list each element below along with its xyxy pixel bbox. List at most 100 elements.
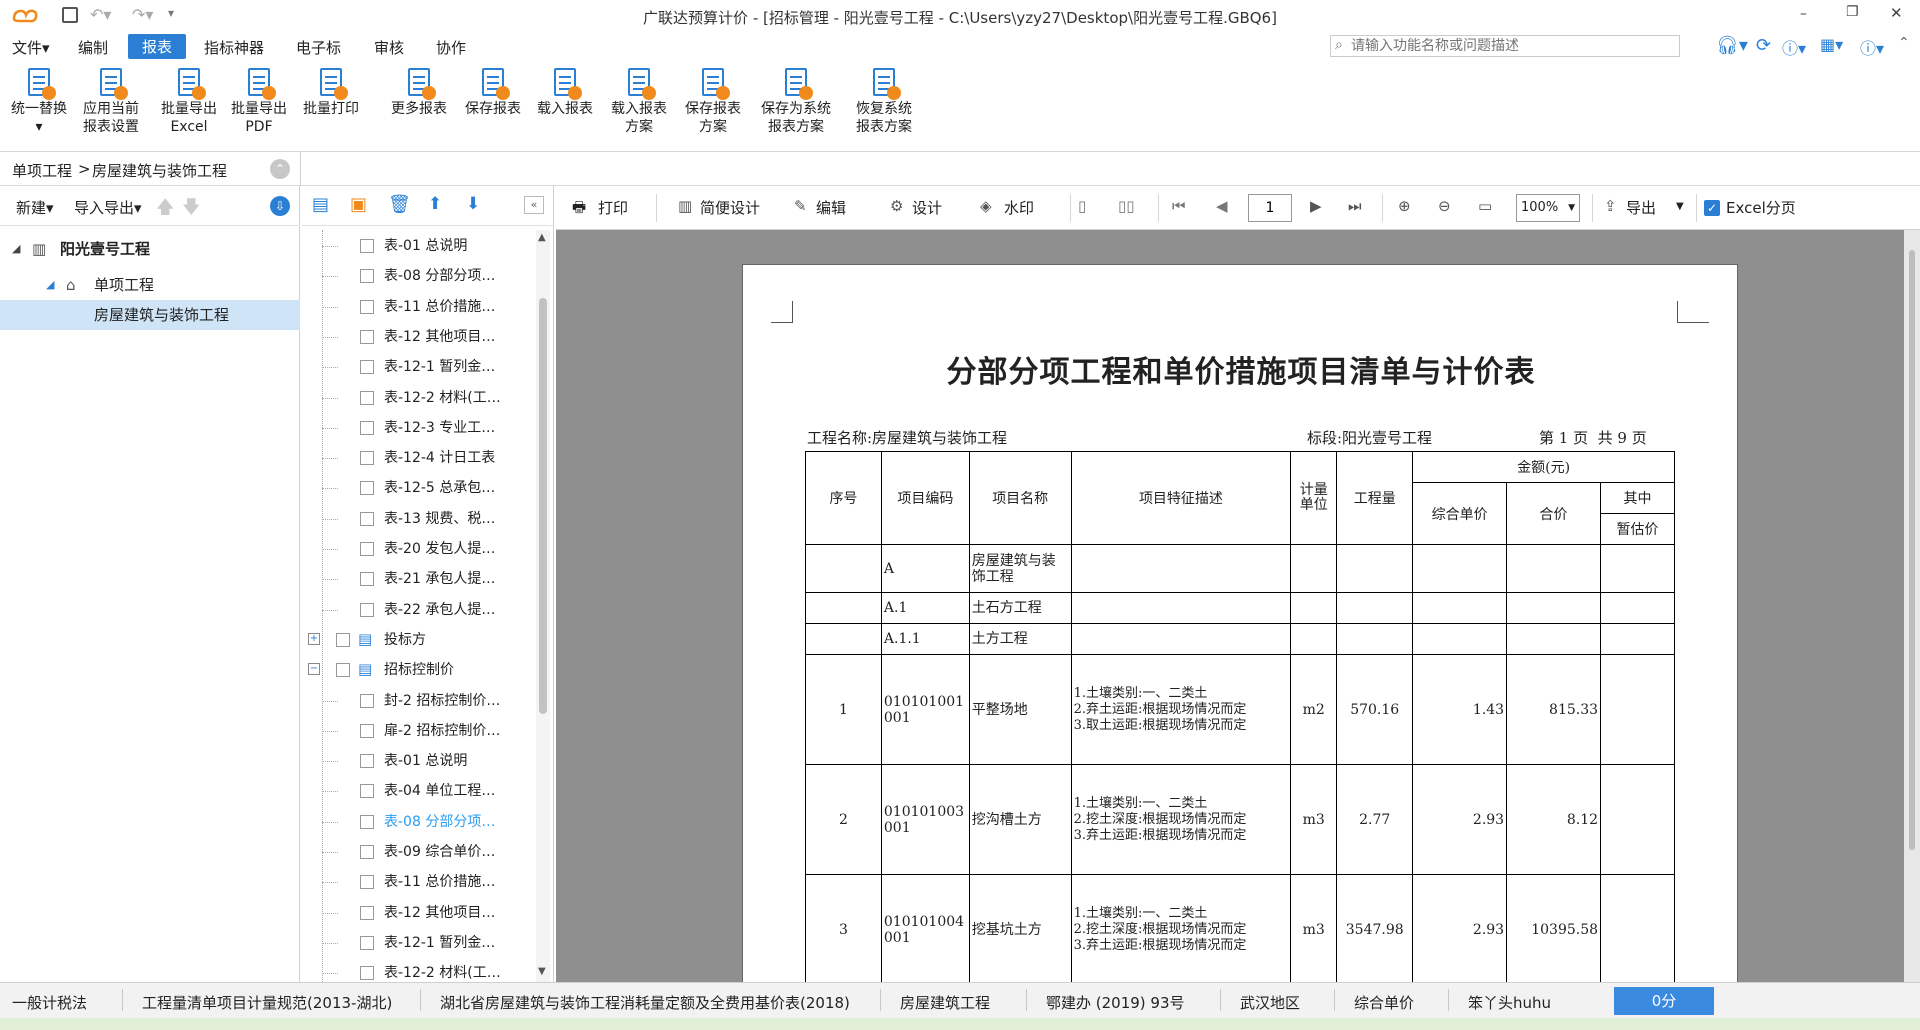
import-export-button[interactable]: 导入导出▾ (74, 197, 142, 218)
checkbox[interactable] (360, 602, 374, 617)
report-item[interactable]: 表-11 总价措施… (302, 293, 534, 321)
checkbox[interactable] (360, 845, 374, 859)
menu-item[interactable]: 编制 (78, 37, 108, 58)
expand-arrow-icon[interactable]: ◢ (12, 234, 20, 264)
report-item[interactable]: 表-12-1 暂列金… (302, 929, 534, 957)
next-page-icon[interactable]: ▶ (1310, 197, 1322, 215)
checkbox[interactable] (360, 693, 374, 708)
delete-icon[interactable]: 🗑︎ (388, 194, 411, 215)
expand-arrow-icon[interactable]: ◢ (46, 270, 54, 300)
scroll-up-arrow-icon[interactable]: ▲ (538, 232, 546, 243)
new-report-icon[interactable]: ▤ (312, 194, 329, 215)
tree-node[interactable]: 房屋建筑与装饰工程 (0, 300, 300, 330)
help-icon[interactable]: ⓘ▾ (1782, 35, 1806, 59)
checkbox[interactable] (360, 299, 374, 314)
report-item[interactable]: 表-12-1 暂列金… (302, 353, 534, 381)
checkbox[interactable] (360, 572, 374, 587)
move-down-icon[interactable]: 🡇 (182, 195, 201, 225)
search-box[interactable]: ⌕ (1330, 35, 1680, 57)
first-page-icon[interactable]: ⏮︎ (1172, 197, 1186, 215)
watermark-icon[interactable]: ◈ (980, 197, 992, 215)
scroll-down-arrow-icon[interactable]: ▼ (538, 966, 546, 977)
apps-grid-icon[interactable]: ▦▾ (1820, 35, 1843, 54)
ribbon-button[interactable]: 统一替换 ▾ (4, 66, 74, 136)
report-item[interactable]: 表-22 承包人提… (302, 596, 534, 624)
design-icon[interactable]: ⚙︎ (890, 197, 903, 215)
minimize-button[interactable]: – (1800, 6, 1807, 22)
scroll-thumb[interactable] (539, 298, 547, 714)
refresh-icon[interactable]: ⟳ (1756, 35, 1771, 56)
report-item[interactable]: 表-13 规费、税… (302, 505, 534, 533)
report-item[interactable]: 表-12 其他项目… (302, 899, 534, 927)
new-button[interactable]: 新建▾ (16, 197, 54, 218)
viewer-scroll-thumb[interactable] (1909, 250, 1915, 850)
double-page-icon[interactable]: ▯▯ (1118, 197, 1135, 215)
checkbox[interactable] (360, 511, 374, 526)
ribbon-button[interactable]: 应用当前 报表设置 (76, 66, 146, 136)
menu-item[interactable]: 审核 (374, 37, 404, 58)
new-folder-icon[interactable]: ▣ (350, 194, 367, 215)
ribbon-button[interactable]: 保存报表 (458, 66, 528, 118)
zoom-in-icon[interactable]: ⊕ (1398, 197, 1411, 215)
search-input[interactable] (1351, 37, 1671, 55)
export-icon[interactable]: ⇪ (1604, 197, 1617, 215)
headset-icon[interactable]: 🎧︎▾ (1716, 35, 1748, 56)
menu-item[interactable]: 文件▾ (12, 37, 50, 58)
close-button[interactable]: ✕ (1890, 4, 1903, 22)
breadcrumb-part2[interactable]: 房屋建筑与装饰工程 (92, 160, 227, 181)
fit-width-icon[interactable]: ▭ (1478, 197, 1492, 215)
checkbox[interactable] (360, 935, 374, 950)
edit-button[interactable]: 编辑 (816, 197, 846, 218)
menu-item[interactable]: 指标神器 (204, 37, 264, 58)
ribbon-button[interactable]: 保存为系统 报表方案 (756, 66, 836, 136)
breadcrumb-part1[interactable]: 单项工程 (12, 160, 72, 181)
checkbox[interactable] (360, 814, 374, 829)
tree-node[interactable]: ◢ ▥ 阳光壹号工程 (0, 234, 300, 264)
last-page-icon[interactable]: ⏭︎ (1348, 197, 1362, 215)
checkbox[interactable] (360, 542, 374, 556)
expand-toggle-icon[interactable]: + (308, 632, 320, 645)
menu-item[interactable]: 电子标 (296, 37, 341, 58)
edit-icon[interactable]: ✎ (794, 197, 807, 215)
checkbox[interactable] (360, 269, 374, 284)
print-icon[interactable]: 🖶︎ (572, 197, 586, 222)
menu-item[interactable]: 协作 (436, 37, 466, 58)
checkbox[interactable] (336, 663, 350, 678)
checkbox[interactable] (360, 481, 374, 496)
report-item[interactable]: 表-04 单位工程… (302, 777, 534, 805)
down-arrow-icon[interactable]: ⬇︎ (466, 194, 480, 214)
report-item[interactable]: 表-20 发包人提… (302, 535, 534, 563)
restore-button[interactable]: ❐ (1846, 4, 1859, 20)
report-item[interactable]: 表-12-2 材料(工… (302, 384, 534, 412)
viewer-scrollbar[interactable] (1904, 230, 1920, 982)
ribbon-button[interactable]: 保存报表 方案 (678, 66, 748, 136)
report-item[interactable]: 表-12-4 计日工表 (302, 444, 534, 472)
single-page-icon[interactable]: ▯ (1078, 197, 1086, 215)
collapse-panel-icon[interactable]: ⌃ (270, 159, 290, 179)
report-item[interactable]: 表-12 其他项目… (302, 323, 534, 351)
report-item[interactable]: 扉-2 招标控制价… (302, 717, 534, 745)
simple-design-button[interactable]: 简便设计 (700, 197, 760, 218)
excel-paging-checkbox[interactable]: ✓ (1704, 200, 1720, 216)
prev-page-icon[interactable]: ◀ (1216, 197, 1228, 215)
checkbox[interactable] (360, 451, 374, 466)
checkbox[interactable] (360, 390, 374, 405)
checkbox[interactable] (360, 360, 374, 375)
checkbox[interactable] (360, 239, 374, 253)
report-item[interactable]: 表-01 总说明 (302, 232, 534, 260)
checkbox[interactable] (360, 875, 374, 890)
checkbox[interactable] (336, 632, 350, 647)
download-icon[interactable]: ⇩ (270, 196, 290, 216)
scrollbar[interactable]: ▲ ▼ (536, 230, 550, 982)
checkbox[interactable] (360, 784, 374, 799)
checkbox[interactable] (360, 905, 374, 920)
up-arrow-icon[interactable]: ⬆︎ (428, 194, 442, 214)
ribbon-button[interactable]: 载入报表 (530, 66, 600, 118)
score-badge[interactable]: 0分 (1614, 987, 1714, 1015)
report-folder[interactable]: − ▤ 招标控制价 (302, 656, 534, 684)
checkbox[interactable] (360, 966, 374, 981)
ribbon-button[interactable]: 批量打印 (296, 66, 366, 118)
menu-item[interactable]: 报表 (128, 34, 187, 59)
zoom-out-icon[interactable]: ⊖ (1438, 197, 1451, 215)
zoom-select[interactable]: 100% ▼ (1516, 194, 1580, 222)
